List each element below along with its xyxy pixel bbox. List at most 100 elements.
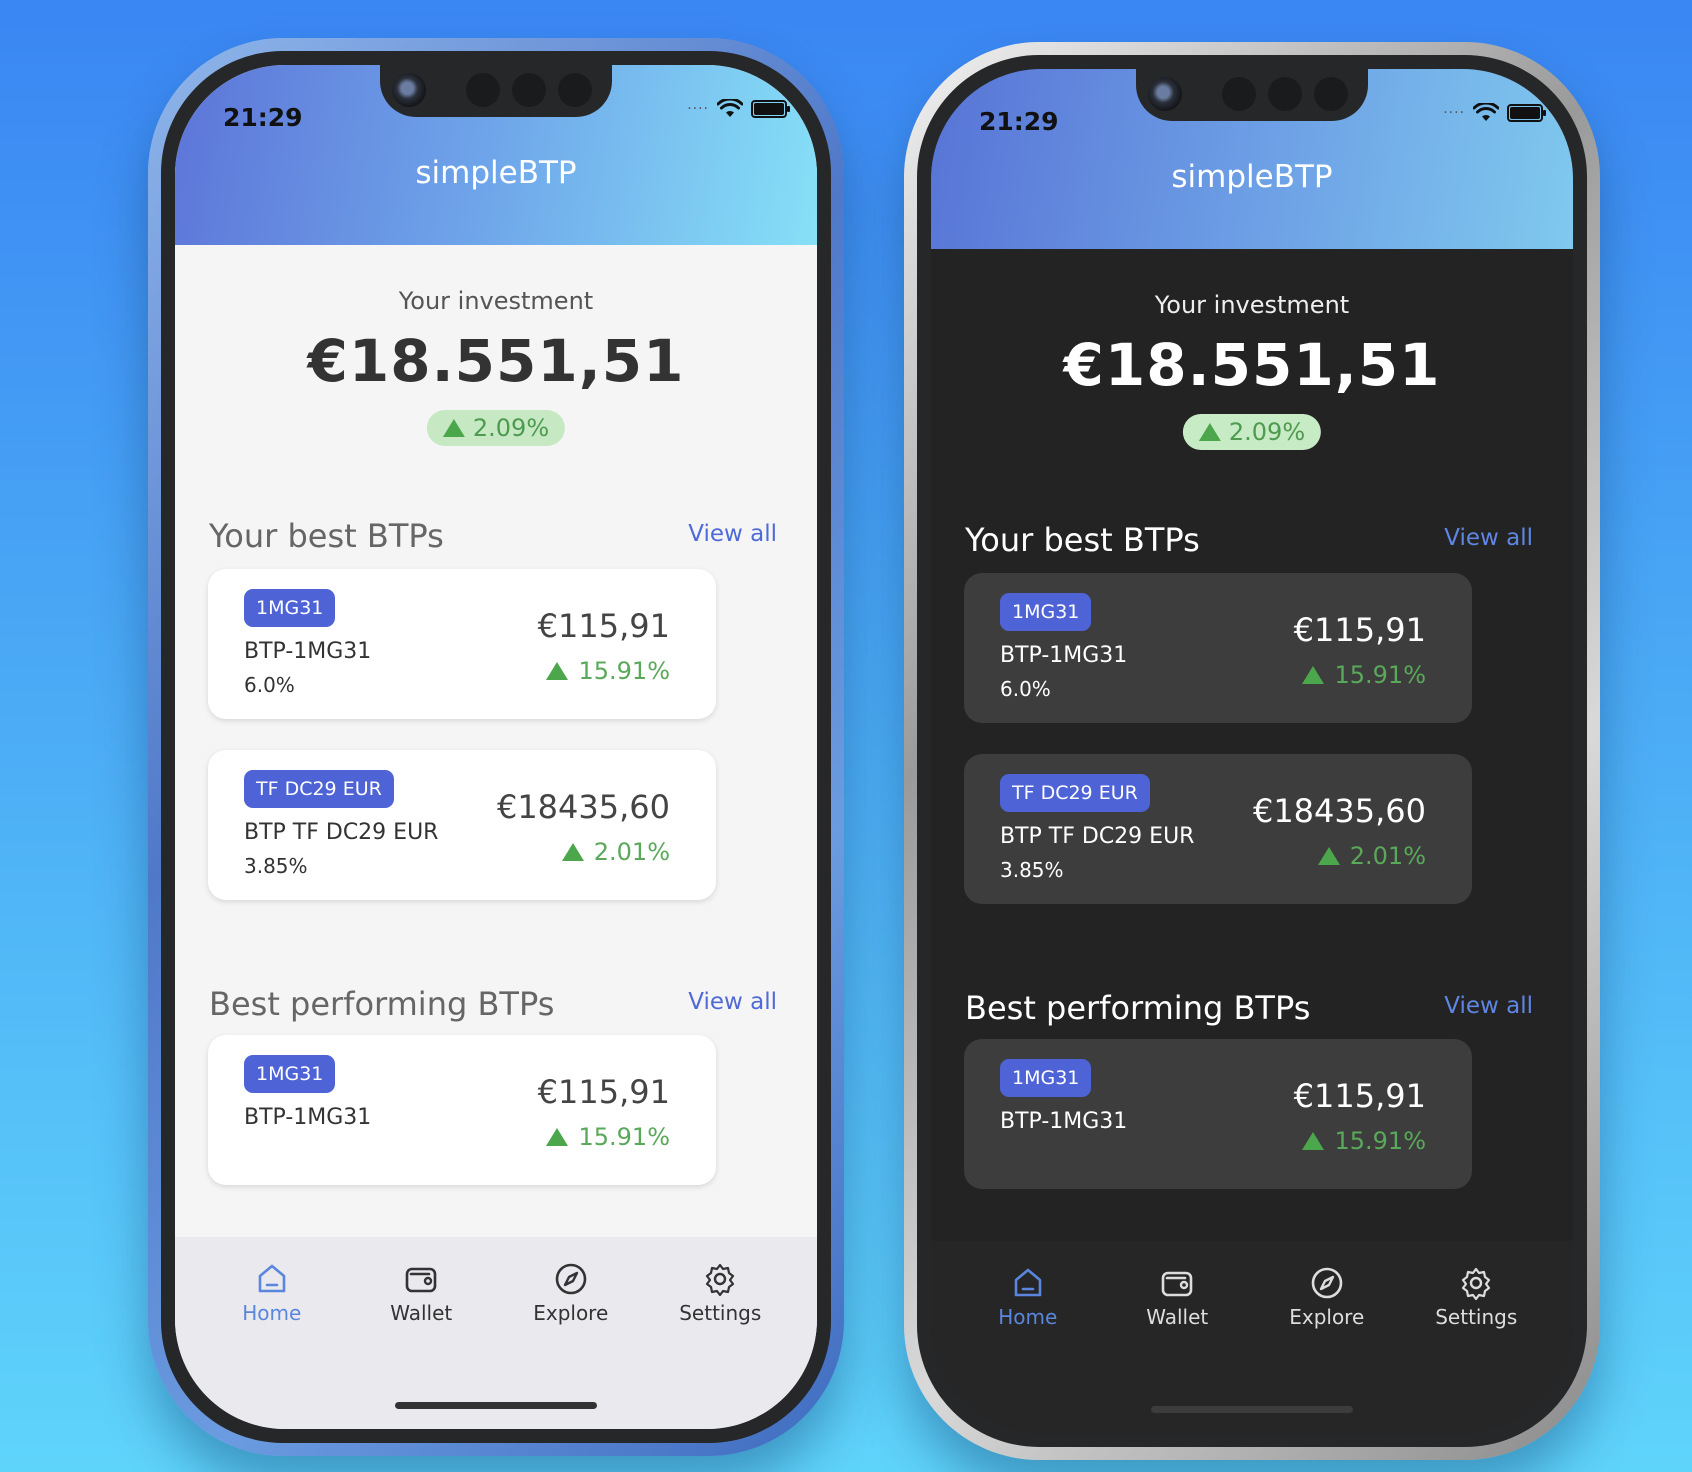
- btp-rate: 3.85%: [244, 854, 308, 878]
- app-screen-light: 21:29 ···· simpleBTP Your investment €18…: [175, 65, 817, 1429]
- notch: [380, 65, 612, 117]
- btp-card[interactable]: 1MG31 BTP-1MG31 €115,91 15.91%: [208, 1035, 716, 1185]
- home-icon: [1014, 1268, 1042, 1297]
- signal-icon: ····: [1443, 105, 1465, 121]
- compass-icon: [1311, 1267, 1343, 1299]
- tab-wallet-label: Wallet: [390, 1301, 453, 1325]
- btp-rate: 6.0%: [244, 673, 295, 697]
- sensor-icon: [558, 73, 592, 107]
- investment-label: Your investment: [1154, 291, 1350, 319]
- btp-tag: 1MG31: [1000, 1059, 1092, 1097]
- tab-settings[interactable]: Settings: [1416, 1265, 1536, 1329]
- btp-change: 2.01%: [1317, 842, 1426, 870]
- investment-change-badge: 2.09%: [1182, 414, 1322, 450]
- tab-settings-label: Settings: [679, 1301, 762, 1325]
- btp-name: BTP-1MG31: [244, 639, 372, 664]
- tab-settings[interactable]: Settings: [660, 1261, 780, 1325]
- status-time: 21:29: [979, 107, 1059, 136]
- up-arrow-icon: [546, 1128, 569, 1146]
- status-time: 21:29: [223, 103, 303, 132]
- btp-tag: 1MG31: [244, 589, 336, 627]
- btp-card[interactable]: TF DC29 EUR BTP TF DC29 EUR 3.85% €18435…: [208, 750, 716, 900]
- btp-name: BTP-1MG31: [244, 1105, 372, 1130]
- tab-bar: Home Wallet Explore Settings: [931, 1241, 1573, 1433]
- camera-icon: [1148, 77, 1182, 111]
- section-title-best: Your best BTPs: [965, 521, 1200, 559]
- compass-icon: [555, 1263, 587, 1295]
- btp-tag: TF DC29 EUR: [244, 770, 394, 808]
- tab-settings-label: Settings: [1435, 1305, 1518, 1329]
- btp-change-value: 15.91%: [1334, 661, 1426, 689]
- btp-change-value: 15.91%: [578, 1123, 670, 1151]
- investment-change-badge: 2.09%: [426, 410, 566, 446]
- btp-name: BTP-1MG31: [1000, 643, 1128, 668]
- btp-price: €115,91: [1293, 611, 1426, 649]
- app-title: simpleBTP: [415, 155, 577, 191]
- view-all-performing-link[interactable]: View all: [1444, 993, 1533, 1019]
- tab-wallet-label: Wallet: [1146, 1305, 1209, 1329]
- gear-icon: [1462, 1267, 1491, 1301]
- up-arrow-icon: [1302, 666, 1325, 684]
- up-arrow-icon: [442, 419, 465, 437]
- btp-tag: 1MG31: [244, 1055, 336, 1093]
- home-indicator[interactable]: [395, 1402, 597, 1409]
- btp-price: €115,91: [537, 1073, 670, 1111]
- tab-home[interactable]: Home: [212, 1261, 332, 1325]
- battery-icon: [1507, 104, 1546, 122]
- btp-change: 15.91%: [546, 1123, 670, 1151]
- tab-bar: Home Wallet Explore Settings: [175, 1237, 817, 1429]
- gear-icon: [706, 1263, 735, 1297]
- investment-change-value: 2.09%: [472, 414, 550, 442]
- tab-home-label: Home: [242, 1301, 302, 1325]
- section-title-best: Your best BTPs: [209, 517, 444, 555]
- wifi-icon: [1473, 103, 1499, 121]
- btp-change-value: 15.91%: [1334, 1127, 1426, 1155]
- investment-amount: €18.551,51: [307, 327, 685, 395]
- btp-change-value: 2.01%: [593, 838, 670, 866]
- tab-home-label: Home: [998, 1305, 1058, 1329]
- view-all-best-link[interactable]: View all: [1444, 525, 1533, 551]
- sensor-icon: [1314, 77, 1348, 111]
- btp-card[interactable]: 1MG31 BTP-1MG31 6.0% €115,91 15.91%: [964, 573, 1472, 723]
- tab-explore[interactable]: Explore: [511, 1261, 631, 1325]
- btp-rate: 6.0%: [1000, 677, 1051, 701]
- home-indicator[interactable]: [1151, 1406, 1353, 1413]
- app-screen-dark: 21:29 ···· simpleBTP Your investment €18…: [931, 69, 1573, 1433]
- investment-change-value: 2.09%: [1228, 418, 1306, 446]
- btp-change: 15.91%: [1302, 1127, 1426, 1155]
- btp-card[interactable]: 1MG31 BTP-1MG31 6.0% €115,91 15.91%: [208, 569, 716, 719]
- btp-change: 15.91%: [546, 657, 670, 685]
- sensor-icon: [466, 73, 500, 107]
- tab-home[interactable]: Home: [968, 1265, 1088, 1329]
- btp-price: €115,91: [537, 607, 670, 645]
- btp-price: €18435,60: [1252, 792, 1426, 830]
- btp-price: €18435,60: [496, 788, 670, 826]
- sensor-icon: [1222, 77, 1256, 111]
- btp-card[interactable]: 1MG31 BTP-1MG31 €115,91 15.91%: [964, 1039, 1472, 1189]
- up-arrow-icon: [1302, 1132, 1325, 1150]
- btp-price: €115,91: [1293, 1077, 1426, 1115]
- view-all-performing-link[interactable]: View all: [688, 989, 777, 1015]
- phone-bezel: 21:29 ···· simpleBTP Your investment €18…: [917, 55, 1587, 1447]
- investment-label: Your investment: [398, 287, 594, 315]
- wallet-icon: [405, 1267, 437, 1293]
- camera-icon: [392, 73, 426, 107]
- view-all-best-link[interactable]: View all: [688, 521, 777, 547]
- btp-name: BTP TF DC29 EUR: [1000, 824, 1195, 849]
- tab-wallet[interactable]: Wallet: [1117, 1265, 1237, 1329]
- phone-light: 21:29 ···· simpleBTP Your investment €18…: [148, 38, 844, 1456]
- signal-icon: ····: [687, 101, 709, 117]
- app-title: simpleBTP: [1171, 159, 1333, 195]
- btp-rate: 3.85%: [1000, 858, 1064, 882]
- tab-explore-label: Explore: [1289, 1305, 1365, 1329]
- btp-change-value: 15.91%: [578, 657, 670, 685]
- tab-explore[interactable]: Explore: [1267, 1265, 1387, 1329]
- status-icons: ····: [1443, 103, 1546, 123]
- phone-bezel: 21:29 ···· simpleBTP Your investment €18…: [161, 51, 831, 1443]
- btp-change: 2.01%: [561, 838, 670, 866]
- up-arrow-icon: [546, 662, 569, 680]
- tab-wallet[interactable]: Wallet: [361, 1261, 481, 1325]
- btp-change-value: 2.01%: [1349, 842, 1426, 870]
- section-title-performing: Best performing BTPs: [209, 985, 555, 1023]
- btp-card[interactable]: TF DC29 EUR BTP TF DC29 EUR 3.85% €18435…: [964, 754, 1472, 904]
